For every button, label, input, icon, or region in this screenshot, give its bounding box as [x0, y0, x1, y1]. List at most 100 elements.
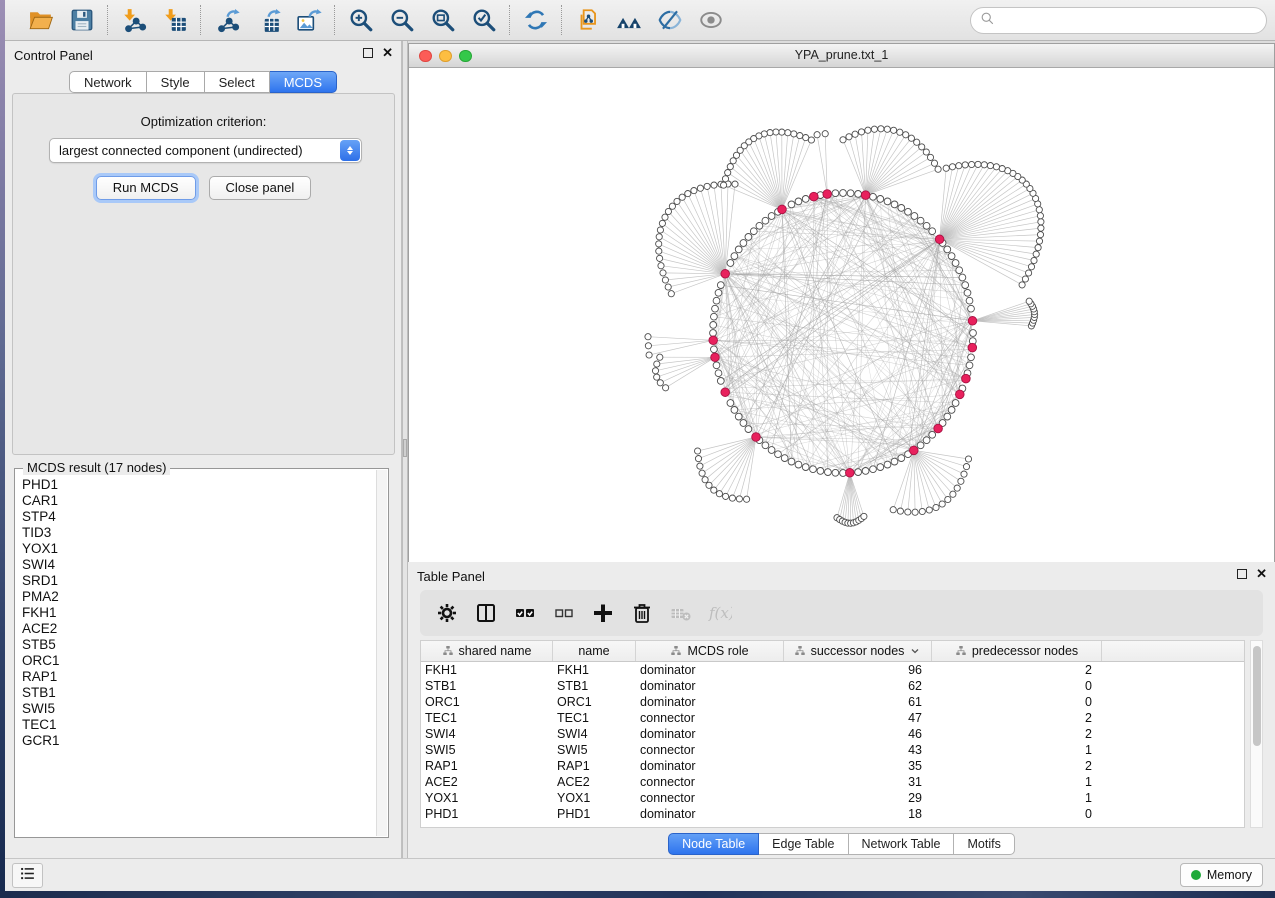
graph-ring-node[interactable]	[756, 222, 763, 229]
graph-ring-node[interactable]	[795, 198, 802, 205]
graph-ring-node[interactable]	[862, 468, 869, 475]
graph-leaf-node[interactable]	[654, 361, 660, 367]
graph-leaf-node[interactable]	[919, 508, 925, 514]
graph-leaf-node[interactable]	[711, 182, 717, 188]
graph-leaf-node[interactable]	[890, 507, 896, 513]
graph-ring-node[interactable]	[968, 305, 975, 312]
graph-ring-node[interactable]	[952, 400, 959, 407]
mcds-result-item[interactable]: SWI4	[22, 557, 375, 573]
graph-leaf-node[interactable]	[695, 448, 701, 454]
splitter-handle[interactable]	[403, 439, 407, 457]
graph-mcds-hub-node[interactable]	[934, 424, 943, 433]
graph-ring-node[interactable]	[952, 260, 959, 267]
graph-leaf-node[interactable]	[665, 284, 671, 290]
graph-ring-node[interactable]	[898, 205, 905, 212]
graph-leaf-node[interactable]	[852, 131, 858, 137]
graph-mcds-hub-node[interactable]	[968, 343, 977, 352]
graph-ring-node[interactable]	[745, 426, 752, 433]
window-zoom-traffic-light[interactable]	[459, 50, 472, 63]
graph-mcds-hub-node[interactable]	[962, 374, 971, 383]
run-mcds-button[interactable]: Run MCDS	[96, 176, 196, 200]
graph-leaf-node[interactable]	[652, 368, 658, 374]
graph-leaf-node[interactable]	[791, 131, 797, 137]
graph-mcds-hub-node[interactable]	[752, 433, 761, 442]
show-graphics-details-icon[interactable]	[697, 7, 724, 34]
graph-leaf-node[interactable]	[981, 162, 987, 168]
graph-ring-node[interactable]	[956, 267, 963, 274]
graph-leaf-node[interactable]	[858, 129, 864, 135]
graph-ring-node[interactable]	[923, 222, 930, 229]
column-header-name[interactable]: name	[553, 641, 636, 661]
graph-leaf-node[interactable]	[1038, 219, 1044, 225]
graph-ring-node[interactable]	[762, 217, 769, 224]
graph-leaf-node[interactable]	[662, 277, 668, 283]
graph-leaf-node[interactable]	[969, 161, 975, 167]
graph-leaf-node[interactable]	[949, 164, 955, 170]
graph-ring-node[interactable]	[711, 346, 718, 353]
table-scrollbar-thumb[interactable]	[1253, 646, 1261, 746]
column-header-predecessor-nodes[interactable]: predecessor nodes	[932, 641, 1102, 661]
mcds-result-scrollbar[interactable]	[376, 470, 387, 836]
graph-leaf-node[interactable]	[891, 127, 897, 133]
graph-leaf-node[interactable]	[645, 343, 651, 349]
graph-leaf-node[interactable]	[963, 464, 969, 470]
table-row[interactable]: SWI5SWI5connector431	[421, 742, 1244, 758]
graph-ring-node[interactable]	[727, 400, 734, 407]
graph-mcds-hub-node[interactable]	[709, 336, 718, 345]
graph-leaf-node[interactable]	[1038, 225, 1044, 231]
tab-select[interactable]: Select	[205, 71, 270, 93]
graph-ring-node[interactable]	[768, 447, 775, 454]
graph-mcds-hub-node[interactable]	[721, 388, 730, 397]
graph-ring-node[interactable]	[968, 354, 975, 361]
graph-leaf-node[interactable]	[663, 385, 669, 391]
graph-ring-node[interactable]	[929, 431, 936, 438]
graph-mcds-hub-node[interactable]	[910, 446, 919, 455]
graph-leaf-node[interactable]	[716, 491, 722, 497]
graph-leaf-node[interactable]	[954, 485, 960, 491]
mcds-result-list[interactable]: PHD1CAR1STP4TID3YOX1SWI4SRD1PMA2FKH1ACE2…	[16, 477, 375, 836]
hide-labels-icon[interactable]	[656, 7, 683, 34]
graph-ring-node[interactable]	[891, 201, 898, 208]
graph-ring-node[interactable]	[768, 213, 775, 220]
graph-ring-node[interactable]	[966, 362, 973, 369]
graph-mcds-hub-node[interactable]	[721, 270, 730, 279]
graph-leaf-node[interactable]	[704, 183, 710, 189]
graph-leaf-node[interactable]	[1022, 276, 1028, 282]
table-row[interactable]: FKH1FKH1dominator962	[421, 662, 1244, 678]
graph-leaf-node[interactable]	[767, 130, 773, 136]
graph-ring-node[interactable]	[948, 253, 955, 260]
export-network-icon[interactable]	[213, 7, 240, 34]
graph-ring-node[interactable]	[735, 413, 742, 420]
graph-leaf-node[interactable]	[926, 507, 932, 513]
graph-ring-node[interactable]	[917, 217, 924, 224]
graph-leaf-node[interactable]	[923, 149, 929, 155]
graph-ring-node[interactable]	[959, 274, 966, 281]
graph-ring-node[interactable]	[735, 246, 742, 253]
mcds-result-item[interactable]: STP4	[22, 509, 375, 525]
graph-leaf-node[interactable]	[727, 164, 733, 170]
graph-ring-node[interactable]	[788, 458, 795, 465]
graph-ring-node[interactable]	[710, 322, 717, 329]
graph-leaf-node[interactable]	[814, 132, 820, 138]
graph-leaf-node[interactable]	[1037, 213, 1043, 219]
mcds-result-item[interactable]: ORC1	[22, 653, 375, 669]
graph-leaf-node[interactable]	[797, 133, 803, 139]
graph-leaf-node[interactable]	[1019, 282, 1025, 288]
graph-leaf-node[interactable]	[1036, 238, 1042, 244]
graph-leaf-node[interactable]	[1028, 264, 1034, 270]
graph-leaf-node[interactable]	[697, 185, 703, 191]
table-row[interactable]: ORC1ORC1dominator610	[421, 694, 1244, 710]
graph-ring-node[interactable]	[870, 193, 877, 200]
mcds-result-item[interactable]: SWI5	[22, 701, 375, 717]
graph-leaf-node[interactable]	[744, 496, 750, 502]
close-panel-button[interactable]: Close panel	[209, 176, 312, 200]
graph-leaf-node[interactable]	[1036, 207, 1042, 213]
network-window-titlebar[interactable]: YPA_prune.txt_1	[409, 44, 1274, 68]
graph-leaf-node[interactable]	[919, 144, 925, 150]
graph-leaf-node[interactable]	[1026, 298, 1032, 304]
graph-ring-node[interactable]	[923, 437, 930, 444]
graph-leaf-node[interactable]	[657, 227, 663, 233]
table-row[interactable]: ACE2ACE2connector311	[421, 774, 1244, 790]
tab-network-table[interactable]: Network Table	[849, 833, 955, 855]
graph-ring-node[interactable]	[884, 461, 891, 468]
